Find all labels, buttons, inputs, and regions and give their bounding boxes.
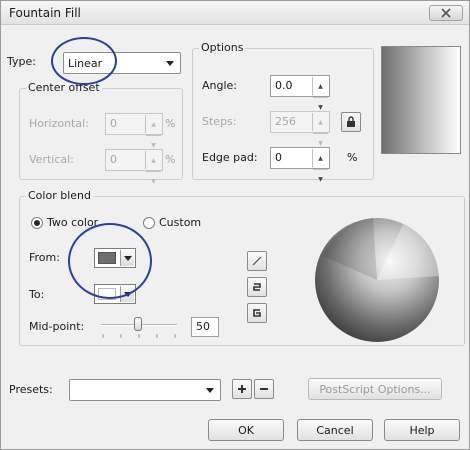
- close-button[interactable]: [429, 5, 463, 21]
- edge-pad-value: 0: [275, 151, 282, 164]
- close-icon: [441, 8, 451, 18]
- chevron-down-icon: [166, 61, 174, 66]
- from-label: From:: [29, 251, 60, 264]
- presets-select[interactable]: [69, 379, 221, 401]
- steps-lock-button[interactable]: [341, 112, 361, 132]
- title-bar: Fountain Fill: [1, 1, 469, 25]
- dialog-title: Fountain Fill: [9, 6, 81, 20]
- horizontal-unit: %: [165, 117, 176, 130]
- steps-label: Steps:: [202, 115, 237, 128]
- type-label: Type:: [7, 55, 36, 68]
- vertical-unit: %: [165, 153, 176, 166]
- midpoint-value: 50: [196, 320, 210, 333]
- chevron-down-icon: [120, 250, 134, 266]
- plus-icon: [238, 385, 246, 393]
- horizontal-offset-field[interactable]: 0 ▲ ▼: [105, 113, 163, 149]
- to-color-picker[interactable]: [94, 284, 136, 304]
- midpoint-slider-thumb[interactable]: [134, 317, 142, 331]
- type-select[interactable]: Linear: [63, 52, 181, 74]
- postscript-options-label: PostScript Options...: [319, 382, 431, 396]
- remove-preset-button[interactable]: [254, 379, 274, 399]
- to-label: To:: [29, 288, 45, 301]
- vertical-offset-value: 0: [110, 153, 117, 166]
- vertical-label: Vertical:: [29, 153, 74, 166]
- color-wheel[interactable]: [313, 216, 441, 344]
- horizontal-spinner[interactable]: ▲ ▼: [145, 115, 161, 149]
- color-blend-title: Color blend: [26, 189, 93, 202]
- fountain-fill-dialog: Fountain Fill Type: Linear Center offset…: [0, 0, 470, 450]
- help-button[interactable]: Help: [384, 419, 460, 441]
- clockwise-arrow-icon: [253, 283, 261, 291]
- edge-pad-label: Edge pad:: [202, 151, 258, 164]
- vertical-spinner[interactable]: ▲ ▼: [145, 151, 161, 185]
- edge-pad-spinner[interactable]: ▲ ▼: [312, 149, 328, 183]
- midpoint-field[interactable]: 50: [191, 317, 219, 337]
- to-color-swatch: [98, 288, 116, 300]
- add-preset-button[interactable]: [232, 379, 252, 399]
- fill-preview[interactable]: [381, 46, 461, 154]
- clockwise-blend-button[interactable]: [247, 277, 267, 297]
- angle-label: Angle:: [202, 79, 238, 92]
- custom-radio[interactable]: [143, 217, 155, 229]
- midpoint-label: Mid-point:: [29, 320, 85, 333]
- steps-field[interactable]: 256 ▲ ▼: [270, 111, 330, 147]
- steps-spinner[interactable]: ▲ ▼: [312, 113, 328, 147]
- cancel-button[interactable]: Cancel: [297, 419, 373, 441]
- edge-pad-field[interactable]: 0 ▲ ▼: [270, 147, 330, 183]
- angle-value: 0.0: [275, 79, 293, 92]
- ok-label: OK: [238, 423, 254, 437]
- help-label: Help: [409, 423, 435, 437]
- counterclockwise-blend-button[interactable]: [247, 303, 267, 323]
- custom-label: Custom: [159, 216, 202, 229]
- counterclockwise-arrow-icon: [253, 309, 261, 317]
- chevron-down-icon: [120, 286, 134, 302]
- from-color-picker[interactable]: [94, 248, 136, 268]
- postscript-options-button[interactable]: PostScript Options...: [308, 378, 442, 400]
- angle-spinner[interactable]: ▲ ▼: [312, 77, 328, 111]
- edge-pad-unit: %: [347, 151, 358, 164]
- lock-icon: [347, 116, 355, 127]
- vertical-offset-field[interactable]: 0 ▲ ▼: [105, 149, 163, 185]
- slider-ticks: [102, 334, 176, 338]
- from-color-swatch: [98, 252, 116, 264]
- presets-label: Presets:: [9, 383, 53, 396]
- minus-icon: [260, 388, 268, 390]
- options-title: Options: [199, 41, 246, 54]
- two-color-radio[interactable]: [31, 217, 43, 229]
- center-offset-title: Center offset: [26, 81, 102, 94]
- direct-blend-button[interactable]: [247, 251, 267, 271]
- horizontal-offset-value: 0: [110, 117, 117, 130]
- diagonal-line-icon: [252, 256, 262, 266]
- cancel-label: Cancel: [316, 423, 354, 437]
- ok-button[interactable]: OK: [208, 419, 284, 441]
- angle-field[interactable]: 0.0 ▲ ▼: [270, 75, 330, 111]
- horizontal-label: Horizontal:: [29, 117, 89, 130]
- two-color-label: Two color: [47, 216, 99, 229]
- chevron-down-icon: [206, 388, 214, 393]
- type-select-value: Linear: [68, 56, 103, 70]
- steps-value: 256: [275, 115, 296, 128]
